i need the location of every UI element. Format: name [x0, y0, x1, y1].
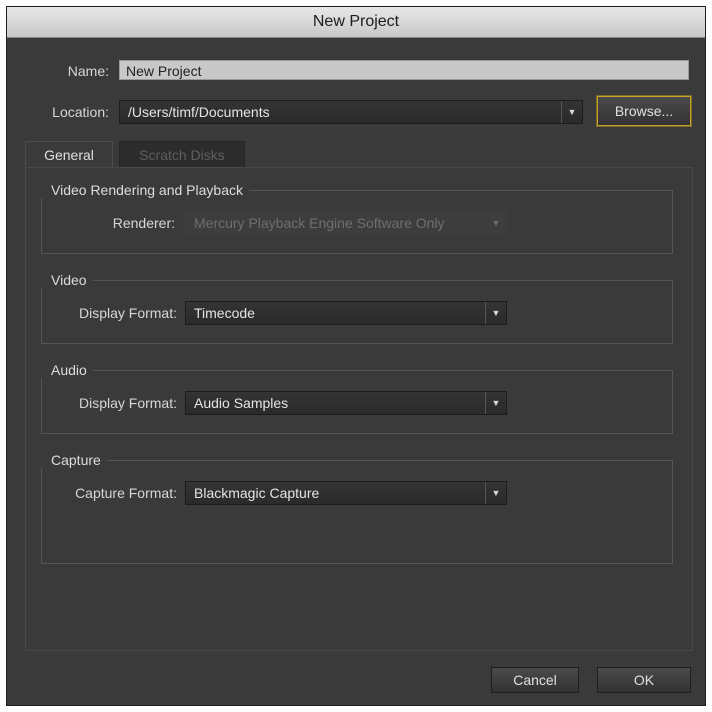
- window-title: New Project: [7, 7, 705, 38]
- audio-group-title: Audio: [41, 362, 93, 378]
- chevron-down-icon: ▼: [561, 101, 582, 123]
- location-value: /Users/timf/Documents: [128, 104, 270, 120]
- video-group-title: Video: [41, 272, 93, 288]
- video-display-format-label: Display Format:: [78, 305, 177, 321]
- capture-format-value: Blackmagic Capture: [194, 485, 320, 501]
- video-display-format-dropdown[interactable]: Timecode ▼: [185, 301, 507, 325]
- capture-format-label: Capture Format:: [75, 485, 177, 501]
- browse-button[interactable]: Browse...: [597, 96, 691, 126]
- capture-group-title: Capture: [41, 452, 107, 468]
- tab-general[interactable]: General: [25, 141, 113, 168]
- audio-display-format-value: Audio Samples: [194, 395, 289, 411]
- tab-scratch-disks[interactable]: Scratch Disks: [119, 141, 245, 167]
- audio-display-format-label: Display Format:: [78, 395, 177, 411]
- location-dropdown[interactable]: /Users/timf/Documents ▼: [119, 100, 583, 124]
- chevron-down-icon: ▼: [485, 482, 506, 504]
- chevron-down-icon: ▼: [485, 392, 506, 414]
- renderer-dropdown: Mercury Playback Engine Software Only ▼: [185, 211, 507, 235]
- name-field[interactable]: New Project: [119, 60, 689, 80]
- capture-group: [41, 460, 673, 564]
- renderer-value: Mercury Playback Engine Software Only: [194, 215, 445, 231]
- rendering-group-title: Video Rendering and Playback: [41, 182, 249, 198]
- cancel-button[interactable]: Cancel: [491, 667, 579, 693]
- name-label: Name:: [67, 63, 109, 79]
- renderer-label: Renderer:: [112, 215, 175, 231]
- chevron-down-icon: ▼: [485, 302, 506, 324]
- location-label: Location:: [52, 104, 109, 120]
- audio-display-format-dropdown[interactable]: Audio Samples ▼: [185, 391, 507, 415]
- chevron-down-icon: ▼: [491, 218, 501, 228]
- video-display-format-value: Timecode: [194, 305, 255, 321]
- new-project-dialog: New Project Name: New Project Location: …: [6, 6, 706, 706]
- capture-format-dropdown[interactable]: Blackmagic Capture ▼: [185, 481, 507, 505]
- ok-button[interactable]: OK: [597, 667, 691, 693]
